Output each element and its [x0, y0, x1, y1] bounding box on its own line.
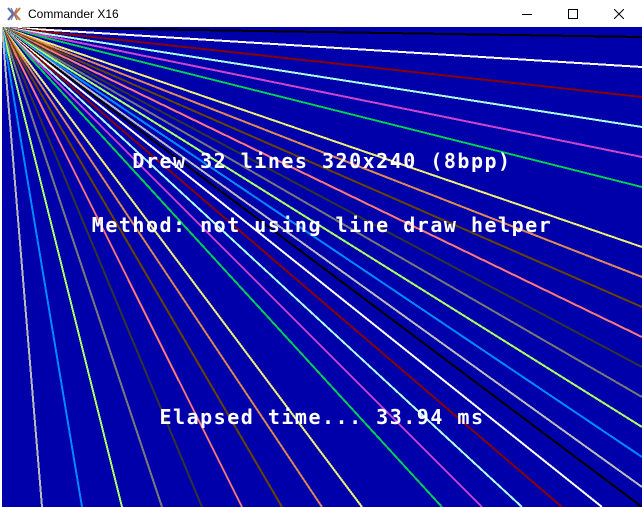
- emulator-screen[interactable]: Drew 32 lines 320x240 (8bpp) Method: not…: [2, 27, 642, 507]
- drawn-line: [2, 27, 603, 507]
- window-title: Commander X16: [28, 6, 119, 21]
- drawn-line: [2, 27, 642, 338]
- drawn-line: [2, 27, 83, 507]
- drawn-line: [2, 27, 323, 507]
- line-burst-graphic: [2, 27, 642, 507]
- x16-logo-icon: [6, 6, 22, 22]
- close-button[interactable]: [596, 0, 642, 27]
- drawn-line: [2, 27, 363, 507]
- drawn-line: [2, 27, 563, 507]
- window-controls: [504, 0, 642, 27]
- emulator-window: Commander X16 Drew 32 lines 320x240 (8bp…: [0, 0, 642, 507]
- drawn-line: [2, 27, 443, 507]
- lines-drawn-message: Drew 32 lines 320x240 (8bpp): [132, 149, 512, 173]
- drawn-line: [2, 27, 642, 507]
- method-message: Method: not using line draw helper: [91, 213, 553, 237]
- drawn-line: [2, 27, 642, 398]
- maximize-button[interactable]: [550, 0, 596, 27]
- minimize-icon: [522, 13, 532, 15]
- drawn-line: [2, 27, 243, 507]
- title-bar[interactable]: Commander X16: [0, 0, 642, 27]
- drawn-line: [2, 27, 523, 507]
- drawn-line: [2, 27, 283, 507]
- minimize-button[interactable]: [504, 0, 550, 27]
- drawn-line: [2, 27, 43, 507]
- maximize-icon: [568, 8, 578, 19]
- close-icon: [614, 8, 624, 19]
- elapsed-time-message: Elapsed time... 33.94 ms: [159, 405, 485, 429]
